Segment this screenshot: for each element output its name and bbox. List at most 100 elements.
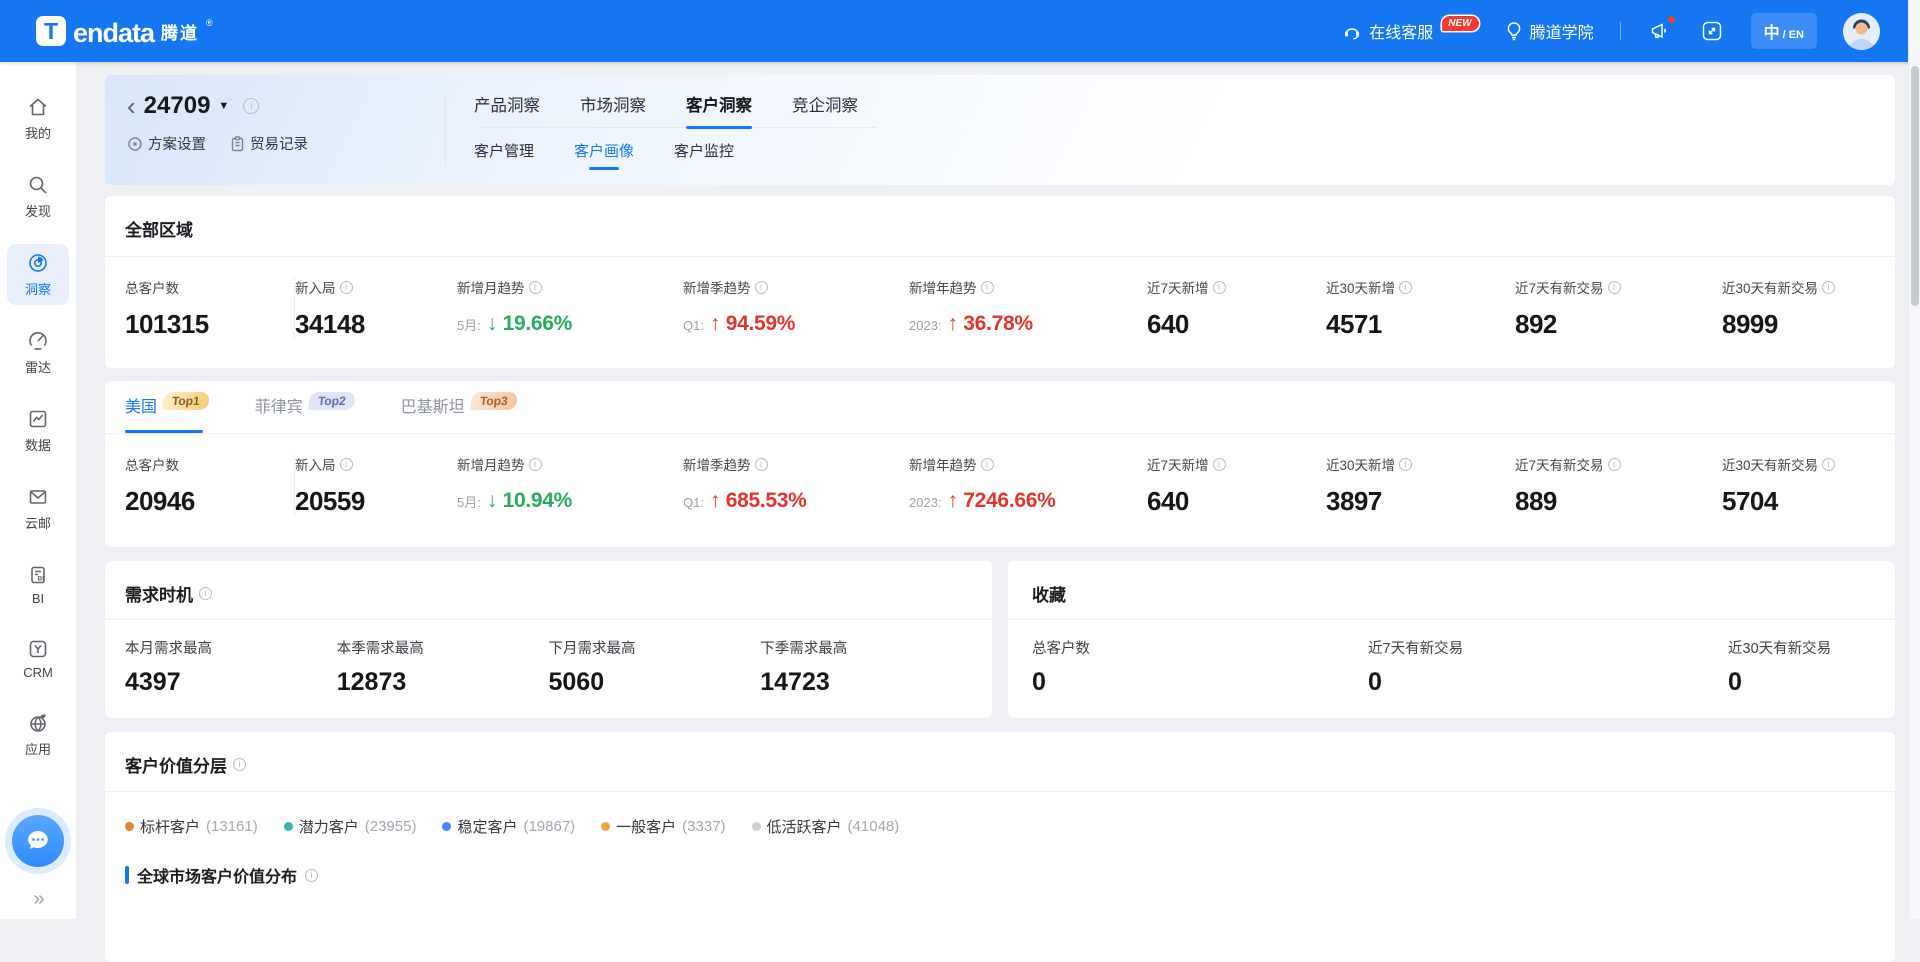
language-toggle[interactable]: 中 / EN: [1751, 13, 1817, 49]
chevron-down-icon[interactable]: ▼: [218, 100, 229, 112]
legend-low-activity-customers[interactable]: 低活跃客户 (41048): [752, 816, 900, 837]
sidebar-item-label: 应用: [25, 739, 51, 758]
info-icon[interactable]: i: [1608, 281, 1621, 294]
subtab-customer-monitor[interactable]: 客户监控: [674, 140, 734, 161]
stat-trade-30d: 近30天有新交易i 8999: [1722, 277, 1875, 340]
sidebar-item-crm[interactable]: CRM: [7, 630, 69, 687]
back-button[interactable]: ‹: [127, 96, 136, 116]
info-icon[interactable]: i: [755, 281, 768, 294]
info-icon[interactable]: i: [1608, 458, 1621, 471]
legend-dot: [752, 822, 761, 831]
trend-period: 2023:: [909, 495, 942, 510]
sidebar-item-radar[interactable]: 雷达: [7, 322, 69, 383]
country-tab-usa[interactable]: 美国 Top1: [125, 397, 209, 433]
info-icon[interactable]: i: [981, 458, 994, 471]
legend-potential-customers[interactable]: 潜力客户 (23955): [284, 816, 417, 837]
tab-product-insight[interactable]: 产品洞察: [474, 92, 540, 116]
sidebar-collapse-button[interactable]: »: [0, 888, 76, 911]
trend-value: ↓ 10.94%: [487, 489, 572, 513]
stat-value: 0: [1728, 668, 1871, 697]
logo-cn-text: 腾道: [161, 19, 199, 46]
sidebar-item-insight[interactable]: 洞察: [7, 244, 69, 305]
clipboard-icon: [230, 136, 245, 152]
tendata-logo[interactable]: T endata 腾道 ®: [36, 16, 213, 46]
info-icon[interactable]: i: [199, 587, 212, 600]
info-icon[interactable]: i: [529, 281, 542, 294]
info-icon[interactable]: i: [755, 458, 768, 471]
stat-label: 总客户数: [125, 454, 179, 474]
fullscreen-button[interactable]: [1699, 18, 1725, 44]
subtab-customer-management[interactable]: 客户管理: [474, 140, 534, 161]
tab-competitor-insight[interactable]: 竞企洞察: [792, 92, 858, 116]
info-icon[interactable]: i: [1822, 458, 1835, 471]
trend-value: ↑ 685.53%: [710, 489, 807, 513]
info-icon[interactable]: i: [305, 869, 318, 882]
tab-customer-insight[interactable]: 客户洞察: [686, 92, 752, 116]
tab-market-insight[interactable]: 市场洞察: [580, 92, 646, 116]
info-icon[interactable]: i: [529, 458, 542, 471]
stat-total-customers: 总客户数 20946: [125, 454, 295, 517]
headset-icon: [1342, 21, 1362, 41]
plan-info-icon[interactable]: i: [243, 98, 259, 114]
lang-en: EN: [1789, 29, 1804, 41]
info-icon[interactable]: i: [1213, 281, 1226, 294]
country-tab-philippines[interactable]: 菲律宾 Top2: [255, 397, 355, 433]
info-icon[interactable]: i: [233, 758, 246, 771]
academy-link[interactable]: 腾道学院: [1505, 19, 1594, 43]
online-service-link[interactable]: 在线客服 NEW: [1342, 19, 1478, 43]
insight-icon: [27, 252, 49, 274]
sidebar-item-mine[interactable]: 我的: [7, 88, 69, 149]
info-icon[interactable]: i: [1213, 458, 1226, 471]
fullscreen-icon: [1701, 20, 1723, 42]
info-icon[interactable]: i: [340, 281, 353, 294]
chat-bubble-button[interactable]: [12, 815, 64, 867]
scrollbar-thumb[interactable]: [1911, 66, 1919, 306]
sidebar-item-mail[interactable]: 云邮: [7, 478, 69, 539]
trade-records-button[interactable]: 贸易记录: [230, 133, 308, 154]
page-scrollbar[interactable]: [1908, 0, 1920, 919]
new-badge: NEW: [1442, 16, 1478, 31]
info-icon[interactable]: i: [1399, 458, 1412, 471]
sidebar-item-label: BI: [32, 591, 44, 606]
sidebar-item-discover[interactable]: 发现: [7, 166, 69, 227]
apps-globe-icon: [27, 712, 49, 734]
country-tab-pakistan[interactable]: 巴基斯坦 Top3: [401, 397, 517, 433]
home-icon: [27, 96, 49, 118]
academy-label: 腾道学院: [1530, 19, 1594, 43]
legend-stable-customers[interactable]: 稳定客户 (19867): [442, 816, 575, 837]
arrow-down-icon: ↓: [487, 312, 497, 335]
announcement-button[interactable]: [1647, 18, 1673, 44]
stat-new-entrants: 新入局i 20559: [295, 454, 457, 517]
info-icon[interactable]: i: [1399, 281, 1412, 294]
user-avatar[interactable]: [1843, 13, 1880, 50]
stat-value: 12873: [337, 668, 549, 697]
stat-this-quarter-peak: 本季需求最高 12873: [337, 637, 549, 697]
stat-new-entrants: 新入局i 34148: [295, 277, 457, 340]
sidebar-item-apps[interactable]: 应用: [7, 704, 69, 765]
plan-settings-button[interactable]: 方案设置: [127, 133, 206, 154]
data-chart-icon: [27, 408, 49, 430]
legend-benchmark-customers[interactable]: 标杆客户 (13161): [125, 816, 258, 837]
chat-bubble-icon: [24, 827, 52, 855]
stat-label: 新增月趋势: [457, 277, 525, 297]
stat-label: 新增年趋势: [909, 454, 977, 474]
country-stats: 总客户数 20946 新入局i 20559 新增月趋势i 5月: ↓ 10.94…: [105, 434, 1895, 547]
info-icon[interactable]: i: [981, 281, 994, 294]
svg-text:BI: BI: [38, 576, 45, 583]
online-service-label: 在线客服: [1369, 19, 1433, 43]
subtab-customer-profile[interactable]: 客户画像: [574, 140, 634, 161]
stat-trade-7d: 近7天有新交易i 889: [1515, 454, 1722, 517]
legend-dot: [125, 822, 134, 831]
info-icon[interactable]: i: [340, 458, 353, 471]
notification-dot: [1668, 16, 1675, 23]
sidebar-item-bi[interactable]: BI BI: [7, 556, 69, 613]
legend-general-customers[interactable]: 一般客户 (3337): [601, 816, 725, 837]
sidebar-item-data[interactable]: 数据: [7, 400, 69, 461]
stat-fav-trade-7d: 近7天有新交易 0: [1368, 637, 1728, 697]
stat-quarterly-trend: 新增季趋势i Q1: ↑ 94.59%: [683, 277, 909, 340]
main-content: ‹ 24709 ▼ i 方案设置 贸易记录: [76, 62, 1910, 919]
stat-label: 本季需求最高: [337, 637, 549, 658]
arrow-up-icon: ↑: [948, 312, 958, 335]
stat-yearly-trend: 新增年趋势i 2023: ↑ 7246.66%: [909, 454, 1147, 517]
info-icon[interactable]: i: [1822, 281, 1835, 294]
